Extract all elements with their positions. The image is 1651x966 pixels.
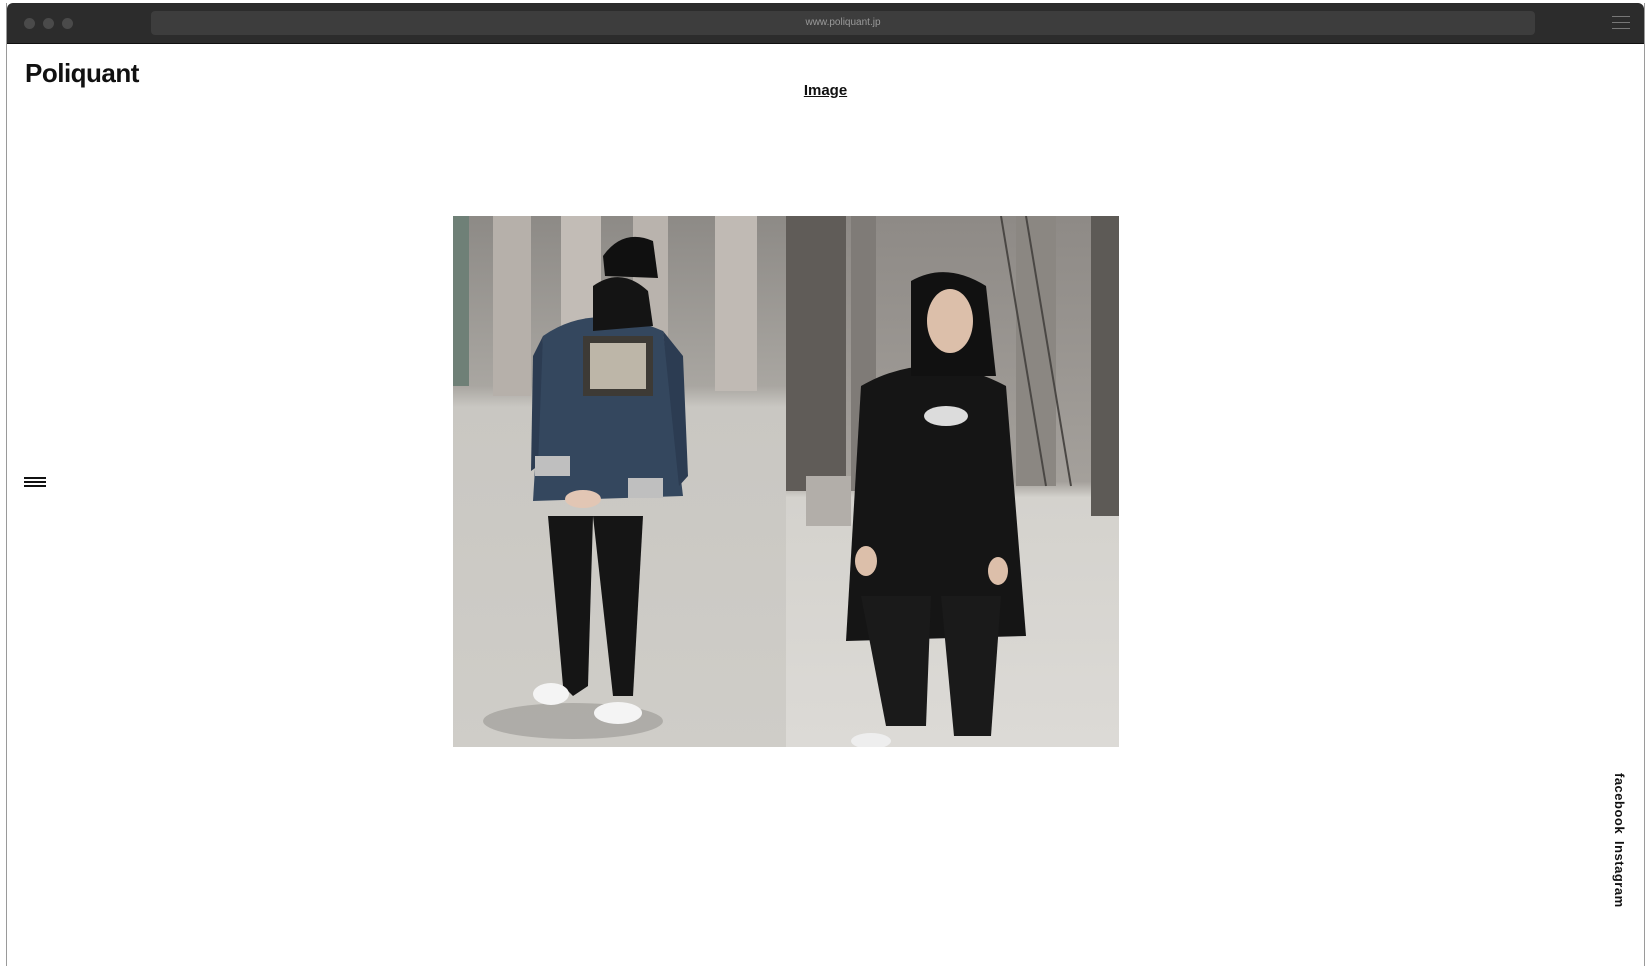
gallery-photo-back[interactable] [453, 216, 786, 747]
browser-titlebar: www.poliquant.jp [7, 3, 1644, 44]
hamburger-menu-icon[interactable] [24, 477, 46, 489]
facebook-link[interactable]: facebook [1612, 773, 1627, 834]
gallery-photo-front[interactable] [786, 216, 1119, 747]
nav-image-link[interactable]: Image [7, 82, 1644, 99]
instagram-link[interactable]: Instagram [1612, 841, 1627, 908]
close-window-button[interactable] [24, 18, 35, 29]
browser-menu-icon[interactable] [1612, 16, 1630, 30]
maximize-window-button[interactable] [62, 18, 73, 29]
minimize-window-button[interactable] [43, 18, 54, 29]
browser-window: www.poliquant.jp Poliquant Image faceboo… [6, 3, 1645, 966]
address-bar[interactable]: www.poliquant.jp [151, 11, 1535, 35]
